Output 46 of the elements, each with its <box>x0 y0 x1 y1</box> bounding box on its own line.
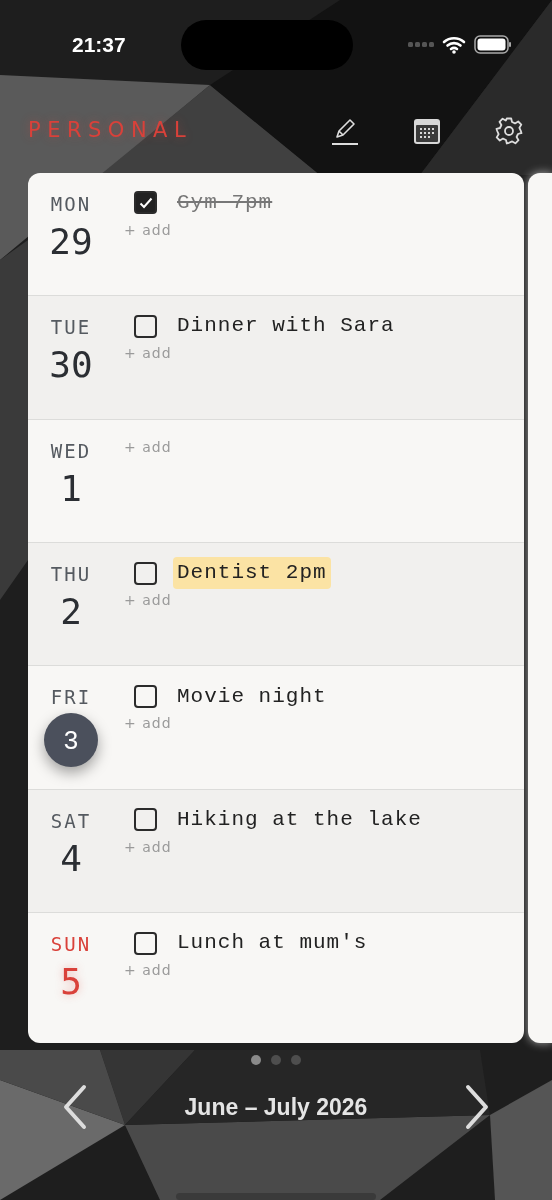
weekday-label: TUE <box>50 318 92 338</box>
add-task-link[interactable]: + add <box>124 960 172 982</box>
calendar-icon[interactable] <box>412 116 442 147</box>
add-task-link[interactable]: + add <box>124 590 172 611</box>
weekday-label: SAT <box>50 811 92 831</box>
signal-icon <box>408 41 434 48</box>
task-checkbox[interactable] <box>134 684 157 708</box>
task-checkbox[interactable] <box>134 191 157 215</box>
page-dot[interactable] <box>291 1055 301 1066</box>
wifi-icon <box>442 35 466 54</box>
task-checkbox[interactable] <box>134 314 157 338</box>
weekday-label: MON <box>50 194 92 214</box>
settings-icon[interactable] <box>494 116 524 147</box>
add-task-link[interactable]: + add <box>124 713 172 735</box>
weekday-label: SUN <box>50 935 92 955</box>
task-text: Dentist 2pm <box>173 557 331 589</box>
date-number: 2 <box>60 594 82 630</box>
task-text: Lunch at mum's <box>176 930 369 957</box>
task-checkbox[interactable] <box>134 931 157 955</box>
today-date: 3 <box>44 713 98 768</box>
battery-icon <box>474 35 512 55</box>
add-task-link[interactable]: + add <box>124 836 172 858</box>
date-number: 1 <box>60 470 82 507</box>
weekday-label: WED <box>50 441 92 461</box>
date-number: 29 <box>49 223 93 260</box>
weekday-label: FRI <box>50 688 92 708</box>
task-checkbox[interactable] <box>134 561 157 585</box>
task-text: Hiking at the lake <box>176 807 423 834</box>
task-text: Gym 7pm <box>176 190 274 217</box>
add-task-link[interactable]: + add <box>124 343 172 365</box>
date-number: 30 <box>49 347 93 384</box>
date-range: June – July 2026 <box>184 1092 368 1122</box>
page-dot[interactable] <box>271 1055 281 1066</box>
date-number: 5 <box>60 964 82 1001</box>
date-number: 4 <box>60 840 82 877</box>
add-task-link[interactable]: + add <box>124 219 172 241</box>
status-time: 21:37 <box>72 31 126 58</box>
page-dot[interactable] <box>251 1055 261 1066</box>
pencil-icon[interactable] <box>330 116 360 147</box>
task-text: Movie night <box>176 683 328 710</box>
check-icon <box>138 196 153 209</box>
task-text: Dinner with Sara <box>176 313 396 340</box>
task-checkbox[interactable] <box>134 808 157 832</box>
weekday-label: THU <box>50 565 92 584</box>
add-task-link[interactable]: + add <box>124 436 172 458</box>
list-title: PERSONAL <box>28 117 193 145</box>
